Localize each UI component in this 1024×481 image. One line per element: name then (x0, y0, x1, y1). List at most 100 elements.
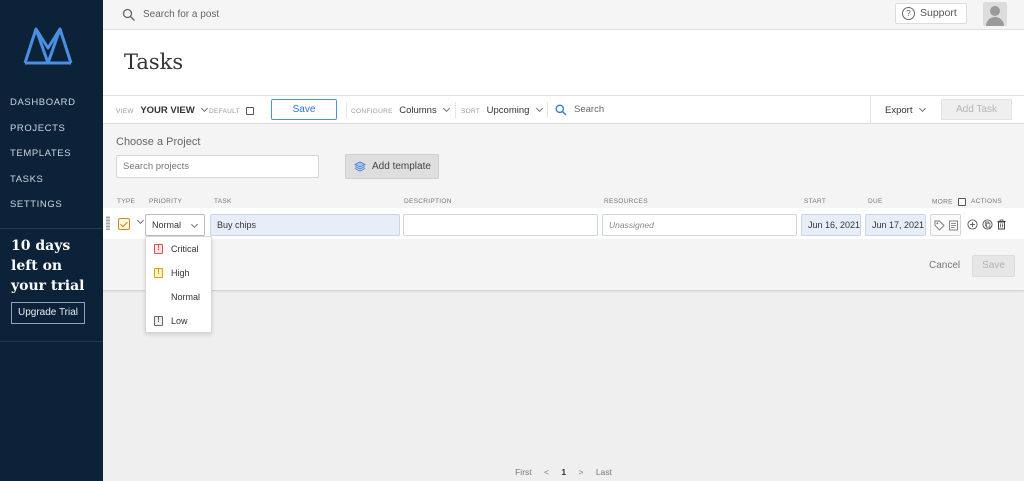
priority-dropdown-menu: ! Critical ! High Normal ! Low (145, 236, 212, 333)
pagination-current-page[interactable]: 1 (561, 467, 566, 477)
default-toggle[interactable]: DEFAULT (209, 96, 255, 124)
sidebar-nav: DASHBOARD PROJECTS TEMPLATES TASKS SETTI… (10, 97, 76, 225)
divider (870, 96, 871, 124)
note-icon[interactable] (948, 220, 959, 231)
add-circle-icon[interactable] (967, 219, 978, 230)
column-header-resources: RESOURCES (604, 198, 648, 205)
column-header-more: MORE (932, 198, 966, 206)
description-input[interactable] (403, 214, 598, 236)
column-header-type: TYPE (117, 198, 136, 205)
column-header-due: DUE (868, 198, 883, 205)
priority-option-normal[interactable]: Normal (146, 285, 211, 309)
column-header-actions: ACTIONS (971, 198, 1002, 205)
priority-option-low[interactable]: ! Low (146, 309, 211, 333)
avatar[interactable] (983, 2, 1007, 26)
add-template-button[interactable]: Add template (345, 154, 439, 179)
support-label: Support (920, 7, 957, 19)
low-flag-icon: ! (154, 316, 163, 326)
question-icon: ? (902, 7, 915, 20)
sidebar-item-templates[interactable]: TEMPLATES (10, 148, 76, 174)
save-task-button[interactable]: Save (972, 255, 1015, 277)
support-button[interactable]: ? Support (895, 3, 967, 24)
more-label: MORE (932, 198, 953, 206)
divider (455, 102, 456, 118)
avatar-head (990, 6, 1000, 16)
pagination-prev[interactable]: < (544, 467, 549, 477)
search-icon (122, 8, 135, 21)
priority-option-critical[interactable]: ! Critical (146, 237, 211, 261)
task-type-icon[interactable] (118, 218, 130, 230)
chevron-down-icon[interactable] (136, 216, 145, 225)
export-label: Export (885, 105, 913, 116)
task-row: Normal Buy chips Unassigned Jun 16, 2021… (103, 208, 1024, 239)
task-editor-panel: Choose a Project Add template TYPE PRIOR… (103, 124, 1024, 291)
divider (547, 102, 548, 118)
view-selector[interactable]: VIEW YOUR VIEW (116, 96, 209, 124)
sort-dropdown[interactable]: SORT Upcoming (461, 96, 543, 124)
pagination-last[interactable]: Last (596, 467, 612, 477)
save-view-button[interactable]: Save (271, 99, 337, 120)
upgrade-trial-button[interactable]: Upgrade Trial (11, 302, 85, 324)
sort-label: SORT (461, 108, 481, 115)
configure-value: Columns (399, 105, 437, 116)
configure-label: CONFIGURE (351, 108, 393, 115)
more-checkbox[interactable] (957, 198, 966, 206)
add-task-button[interactable]: Add Task (941, 99, 1012, 120)
resources-input[interactable]: Unassigned (602, 214, 797, 236)
tag-icon[interactable] (934, 220, 945, 231)
divider (0, 341, 103, 342)
start-date-input[interactable]: Jun 16, 2021 (801, 214, 861, 236)
sidebar-item-tasks[interactable]: TASKS (10, 174, 76, 200)
column-header-priority: PRIORITY (149, 198, 183, 205)
stack-icon (354, 161, 366, 172)
cancel-button[interactable]: Cancel (929, 260, 960, 271)
sort-value: Upcoming (486, 105, 530, 116)
priority-select[interactable]: Normal (145, 214, 205, 236)
trial-notice: 10 days left on your trial (11, 238, 85, 294)
divider (0, 228, 103, 229)
add-template-label: Add template (372, 161, 431, 172)
top-bar: Search for a post ? Support (103, 0, 1024, 30)
copy-icon[interactable] (982, 219, 993, 230)
chevron-down-icon (918, 104, 927, 113)
chevron-down-icon (535, 104, 543, 113)
chevron-down-icon (190, 220, 199, 229)
pagination-first[interactable]: First (515, 467, 532, 477)
avatar-body (986, 17, 1004, 26)
chevron-down-icon (443, 104, 451, 113)
priority-value: Normal (152, 220, 182, 230)
due-date-input[interactable]: Jun 17, 2021 (865, 214, 926, 236)
column-header-task: TASK (214, 198, 232, 205)
sidebar-item-settings[interactable]: SETTINGS (10, 199, 76, 225)
project-search-input[interactable] (116, 155, 319, 178)
page-title: Tasks (124, 50, 184, 74)
option-label: Low (171, 316, 188, 326)
drag-handle-icon[interactable] (106, 216, 110, 230)
divider (346, 102, 347, 118)
logo-m-icon[interactable] (22, 26, 74, 66)
more-options (930, 214, 961, 236)
view-label: VIEW (116, 108, 134, 115)
default-checkbox[interactable] (246, 106, 255, 115)
task-search-input[interactable]: Search (574, 96, 604, 124)
view-value: YOUR VIEW (140, 105, 195, 116)
default-label: DEFAULT (209, 108, 240, 115)
configure-columns-dropdown[interactable]: CONFIGURE Columns (351, 96, 451, 124)
toolbar: VIEW YOUR VIEW DEFAULT Save CONFIGURE Co… (103, 95, 1024, 124)
trash-icon[interactable] (996, 219, 1007, 230)
sidebar-item-dashboard[interactable]: DASHBOARD (10, 97, 76, 123)
column-header-start: START (804, 198, 827, 205)
option-label: Critical (171, 244, 199, 254)
sidebar-item-projects[interactable]: PROJECTS (10, 123, 76, 149)
priority-option-high[interactable]: ! High (146, 261, 211, 285)
post-search-input[interactable]: Search for a post (143, 9, 219, 20)
search-icon (555, 104, 567, 116)
task-name-input[interactable]: Buy chips (210, 214, 400, 236)
high-flag-icon: ! (154, 268, 163, 278)
sidebar: DASHBOARD PROJECTS TEMPLATES TASKS SETTI… (0, 0, 103, 481)
title-area: Tasks (103, 30, 1024, 95)
pagination-next[interactable]: > (578, 467, 583, 477)
export-dropdown[interactable]: Export (885, 96, 927, 124)
pagination: First < 1 > Last (103, 467, 1024, 477)
chevron-down-icon (201, 104, 209, 113)
